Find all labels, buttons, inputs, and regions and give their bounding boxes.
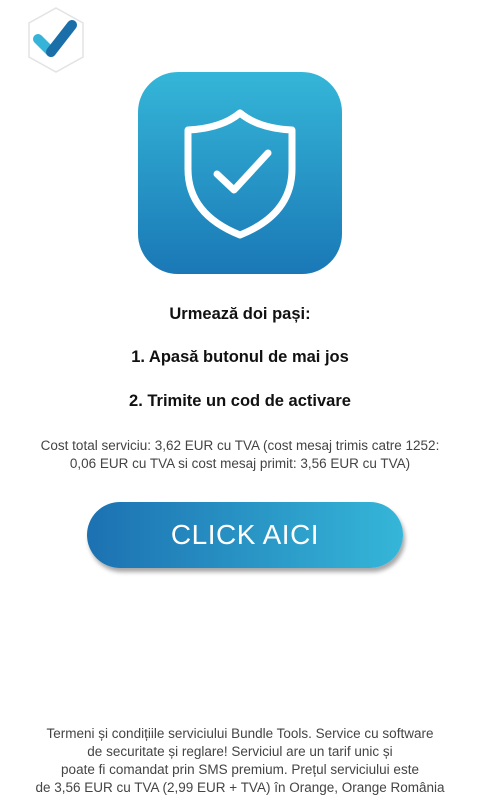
- cost-line: 0,06 EUR cu TVA si cost mesaj primit: 3,…: [69, 456, 411, 471]
- terms-line: Termeni și condițiile serviciului Bundle…: [46, 726, 434, 741]
- cost-line: Cost total serviciu: 3,62 EUR cu TVA (co…: [40, 438, 440, 453]
- click-here-button[interactable]: CLICK AICI: [87, 502, 403, 568]
- terms-text: Termeni și condițiile serviciului Bundle…: [12, 725, 468, 797]
- terms-line: poate fi comandat prin SMS premium. Preț…: [61, 762, 419, 777]
- step-two: 2. Trimite un cod de activare: [129, 392, 351, 410]
- app-icon: [138, 72, 342, 274]
- landing-page: Urmează doi pași: 1. Apasă butonul de ma…: [0, 0, 480, 800]
- checkmark-hexagon-logo-icon: [28, 7, 84, 73]
- terms-line: de securitate și reglare! Serviciul are …: [87, 744, 393, 759]
- brand-logo: [26, 6, 86, 74]
- terms-line: de 3,56 EUR cu TVA (2,99 EUR + TVA) în O…: [35, 780, 445, 795]
- shield-check-icon: [184, 109, 296, 239]
- cost-info: Cost total serviciu: 3,62 EUR cu TVA (co…: [10, 437, 470, 473]
- instructions-title: Urmează doi pași:: [169, 305, 311, 323]
- step-one: 1. Apasă butonul de mai jos: [131, 348, 349, 366]
